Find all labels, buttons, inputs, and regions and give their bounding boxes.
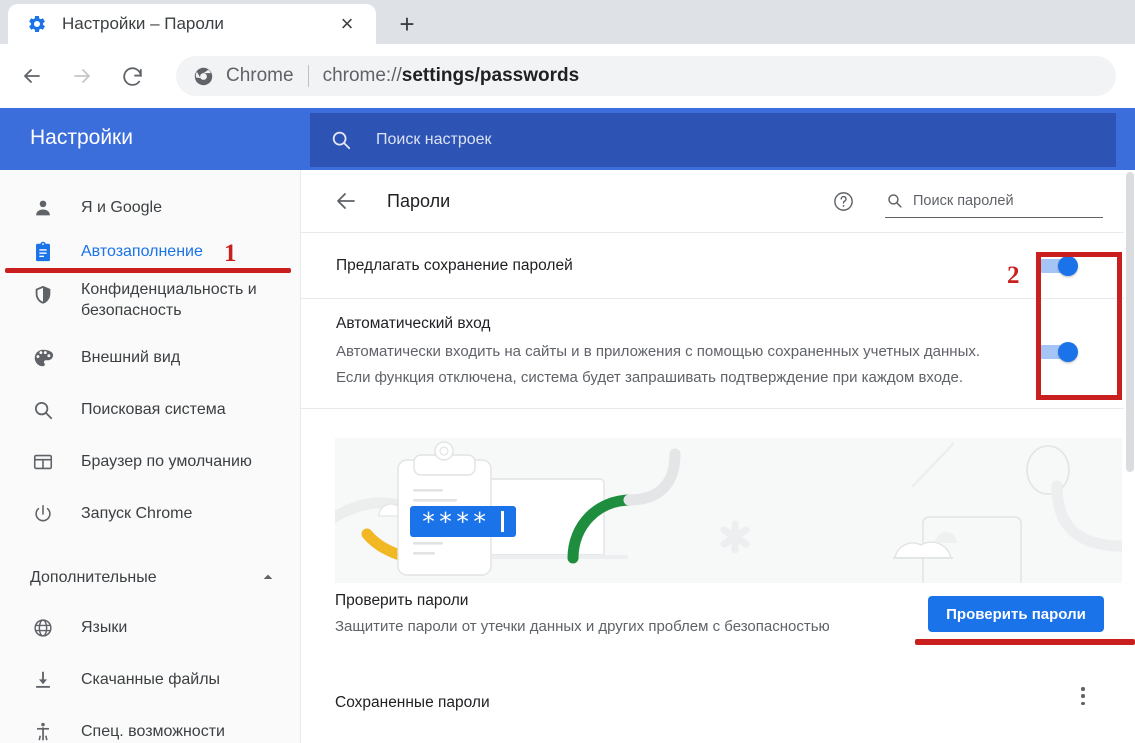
- annotation-number-2: 2: [1007, 262, 1020, 290]
- sidebar-item-label: Автозаполнение: [81, 242, 203, 263]
- sidebar-item-label: Поисковая система: [81, 400, 226, 421]
- globe-icon: [30, 615, 56, 641]
- browser-toolbar: Chrome chrome://settings/passwords: [0, 44, 1135, 108]
- saved-passwords-title: Сохраненные пароли: [335, 694, 490, 712]
- page-header-actions: Поиск паролей: [829, 184, 1125, 218]
- sidebar-item-me-and-google[interactable]: Я и Google: [0, 186, 300, 230]
- palette-icon: [30, 345, 56, 371]
- row-auto-signin[interactable]: Автоматический вход Автоматически входит…: [301, 298, 1125, 408]
- sidebar-item-label: Конфиденциальность и безопасность: [81, 280, 271, 322]
- annotation-underline-autofill: [5, 268, 291, 273]
- forward-icon[interactable]: [64, 58, 100, 94]
- sidebar-item-appearance[interactable]: Внешний вид: [0, 336, 300, 380]
- close-icon[interactable]: ×: [332, 9, 362, 39]
- browser-tab[interactable]: Настройки – Пароли ×: [8, 4, 376, 44]
- settings-app-title: Настройки: [30, 126, 133, 150]
- annotation-number-1: 1: [224, 240, 237, 268]
- new-tab-button[interactable]: +: [392, 9, 422, 39]
- check-passwords-button[interactable]: Проверить пароли: [928, 596, 1104, 632]
- search-icon: [30, 397, 56, 423]
- person-icon: [30, 195, 56, 221]
- passwords-page-header: Пароли Поиск паролей: [301, 170, 1125, 232]
- row-title: Автоматический вход: [336, 315, 490, 333]
- url-prefix: chrome://: [323, 65, 402, 86]
- row-title: Предлагать сохранение паролей: [336, 257, 573, 275]
- main-scrollbar[interactable]: [1124, 170, 1135, 743]
- sidebar-item-label: Запуск Chrome: [81, 504, 192, 525]
- sidebar-item-accessibility[interactable]: Спец. возможности: [0, 710, 300, 743]
- sidebar-group-advanced[interactable]: Дополнительные: [0, 558, 300, 598]
- browser-window: Настройки – Пароли × +: [0, 0, 1135, 743]
- kebab-dot: [1081, 702, 1085, 706]
- tab-strip: Настройки – Пароли × +: [0, 0, 1135, 44]
- search-icon: [885, 192, 903, 210]
- help-icon[interactable]: [829, 187, 857, 215]
- sidebar-item-search-engine[interactable]: Поисковая система: [0, 388, 300, 432]
- row-separator: [301, 408, 1125, 409]
- annotation-box-toggles: [1036, 252, 1122, 400]
- password-search-placeholder: Поиск паролей: [913, 193, 1014, 209]
- sidebar-item-label: Я и Google: [81, 198, 162, 219]
- sidebar-item-label: Внешний вид: [81, 348, 180, 369]
- sidebar-item-label: Браузер по умолчанию: [81, 452, 252, 473]
- row-subtitle-line1: Автоматически входить на сайты и в прило…: [336, 341, 980, 364]
- settings-search-placeholder: Поиск настроек: [376, 131, 492, 149]
- scrollbar-thumb[interactable]: [1126, 172, 1134, 472]
- address-bar[interactable]: Chrome chrome://settings/passwords: [176, 56, 1116, 96]
- search-icon: [328, 127, 354, 153]
- settings-sidebar: Я и Google Автозаполнение Конфиденциальн…: [0, 170, 300, 743]
- settings-search-box[interactable]: Поиск настроек: [310, 113, 1116, 167]
- sidebar-group-label: Дополнительные: [30, 569, 157, 587]
- url-path: settings/passwords: [402, 65, 579, 86]
- clipboard-icon: [30, 239, 56, 265]
- page-title: Пароли: [387, 191, 450, 212]
- svg-text:****: ****: [421, 507, 489, 536]
- kebab-dot: [1081, 694, 1085, 698]
- row-offer-save-passwords[interactable]: Предлагать сохранение паролей: [301, 232, 1125, 298]
- power-icon: [30, 501, 56, 527]
- sidebar-item-label: Скачанные файлы: [81, 670, 220, 691]
- back-icon[interactable]: [14, 58, 50, 94]
- reload-icon[interactable]: [114, 58, 150, 94]
- kebab-dot: [1081, 687, 1085, 691]
- sidebar-item-label: Спец. возможности: [81, 722, 225, 743]
- tab-title: Настройки – Пароли: [62, 14, 332, 34]
- sidebar-item-default-browser[interactable]: Браузер по умолчанию: [0, 440, 300, 484]
- browser-window-icon: [30, 449, 56, 475]
- caret-up-icon: [260, 569, 276, 588]
- password-search-input[interactable]: Поиск паролей: [885, 184, 1103, 218]
- back-arrow-icon[interactable]: [331, 186, 361, 216]
- address-bar-url: chrome://settings/passwords: [323, 65, 580, 87]
- sidebar-item-privacy-security[interactable]: Конфиденциальность и безопасность: [0, 278, 300, 336]
- sidebar-item-label: Языки: [81, 618, 127, 639]
- password-shield-illustration: ****: [335, 438, 1122, 583]
- accessibility-icon: [30, 719, 56, 743]
- row-subtitle-line2: Если функция отключена, система будет за…: [336, 367, 963, 390]
- sidebar-item-downloads[interactable]: Скачанные файлы: [0, 658, 300, 702]
- security-chip-label: Chrome: [226, 65, 294, 87]
- settings-gear-icon: [26, 13, 48, 35]
- download-icon: [30, 667, 56, 693]
- sidebar-item-languages[interactable]: Языки: [0, 606, 300, 650]
- chrome-logo-icon: [192, 65, 214, 87]
- check-passwords-title: Проверить пароли: [335, 592, 468, 610]
- omnibox-divider: [308, 65, 309, 87]
- sidebar-item-on-startup[interactable]: Запуск Chrome: [0, 492, 300, 536]
- annotation-underline-check-button: [915, 639, 1135, 645]
- kebab-menu-icon[interactable]: [1073, 684, 1093, 708]
- check-passwords-subtitle: Защитите пароли от утечки данных и други…: [335, 616, 830, 639]
- shield-icon: [30, 282, 56, 308]
